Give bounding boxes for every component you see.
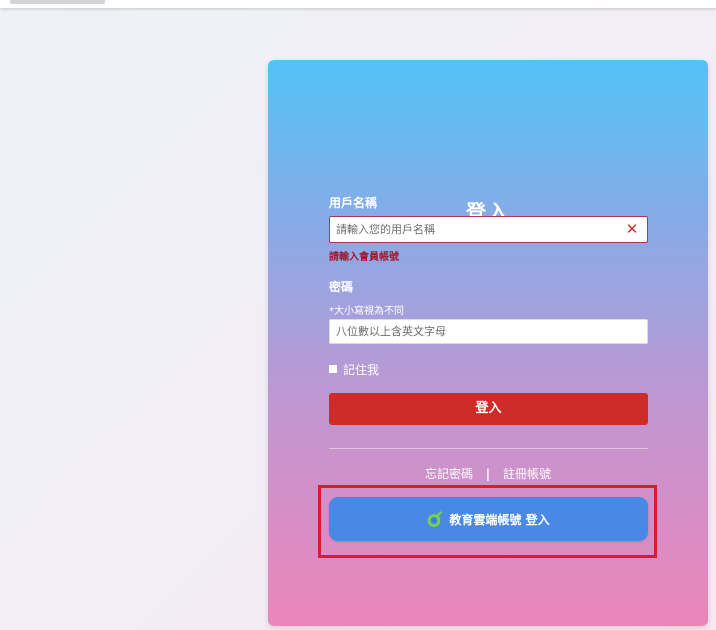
password-label: 密碼 xyxy=(329,280,354,294)
edu-cloud-login-label: 教育雲端帳號 登入 xyxy=(449,512,550,527)
top-bar xyxy=(0,0,716,8)
remember-me-label: 記住我 xyxy=(343,362,380,377)
remember-me-toggle[interactable]: 記住我 xyxy=(329,362,380,377)
password-input[interactable] xyxy=(329,319,648,344)
divider xyxy=(329,448,648,449)
education-cloud-logo-icon xyxy=(427,511,443,527)
checkbox-icon[interactable] xyxy=(329,365,337,373)
edu-cloud-login-button[interactable]: 教育雲端帳號 登入 xyxy=(329,497,648,541)
account-links: 忘記密碼 | 註冊帳號 xyxy=(268,465,708,482)
password-hint: *大小寫視為不同 xyxy=(329,306,404,317)
username-label: 用戶名稱 xyxy=(329,196,378,210)
forgot-password-link[interactable]: 忘記密碼 xyxy=(425,465,473,482)
register-link[interactable]: 註冊帳號 xyxy=(503,465,551,482)
login-button[interactable]: 登入 xyxy=(329,393,648,425)
username-error: 請輸入會員帳號 xyxy=(329,252,399,263)
login-card: 登入 用戶名稱 ✕ 請輸入會員帳號 密碼 *大小寫視為不同 記住我 登入 忘記密… xyxy=(268,60,708,626)
close-icon[interactable]: ✕ xyxy=(623,220,641,238)
username-input[interactable] xyxy=(329,216,648,243)
top-bar-brand xyxy=(10,0,105,4)
link-separator: | xyxy=(485,466,491,481)
